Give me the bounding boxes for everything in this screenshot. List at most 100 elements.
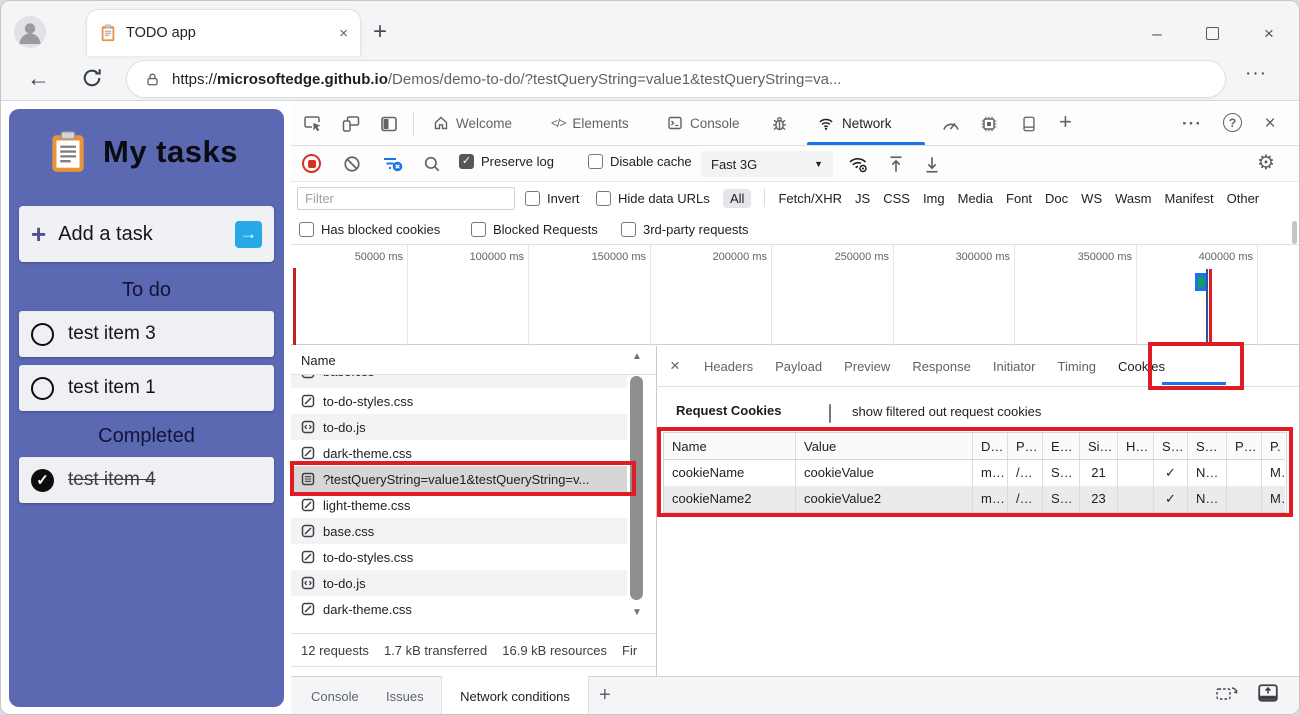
tab-network[interactable]: Network: [813, 101, 896, 145]
profile-avatar[interactable]: [14, 16, 46, 48]
inspect-element-button[interactable]: [301, 112, 325, 136]
devtools-menu-button[interactable]: ···: [1179, 111, 1205, 137]
add-task-field[interactable]: + Add a task →: [19, 206, 274, 262]
tab-preview[interactable]: Preview: [844, 359, 890, 374]
tab-elements[interactable]: </> Elements: [547, 101, 633, 145]
application-button[interactable]: [1017, 112, 1041, 136]
help-button[interactable]: ?: [1223, 113, 1242, 132]
more-tabs-button[interactable]: +: [1059, 109, 1072, 135]
filter-type[interactable]: Manifest: [1164, 191, 1213, 206]
todo-item[interactable]: test item 3: [19, 311, 274, 357]
network-settings-gear-icon[interactable]: ⚙: [1257, 152, 1275, 174]
request-row[interactable]: to-do-styles.css: [291, 388, 627, 414]
checkbox-unchecked-icon[interactable]: [525, 191, 540, 206]
tab-initiator[interactable]: Initiator: [993, 359, 1036, 374]
new-tab-button[interactable]: +: [373, 17, 387, 47]
scrollbar-thumb[interactable]: [1292, 221, 1297, 244]
task-checkbox-checked[interactable]: ✓: [31, 468, 54, 492]
filter-type[interactable]: Media: [958, 191, 993, 206]
tab-headers[interactable]: Headers: [704, 359, 753, 374]
filter-type[interactable]: Wasm: [1115, 191, 1151, 206]
third-party-requests-checkbox[interactable]: 3rd-party requests: [621, 222, 749, 237]
scroll-down-icon[interactable]: ▼: [631, 607, 643, 618]
filter-toggle-button[interactable]: [381, 153, 403, 175]
add-task-submit-button[interactable]: →: [235, 220, 262, 248]
performance-button[interactable]: [939, 112, 963, 136]
back-button[interactable]: ←: [27, 63, 50, 93]
tab-console-label: Console: [690, 115, 740, 131]
browser-menu-button[interactable]: ···: [1245, 63, 1267, 85]
tab-close-button[interactable]: ×: [339, 25, 348, 42]
window-minimize-button[interactable]: –: [1143, 21, 1171, 47]
request-row[interactable]: to-do.js: [291, 570, 627, 596]
checkbox-unchecked-icon[interactable]: [829, 404, 831, 423]
close-detail-icon[interactable]: ×: [670, 356, 680, 376]
throttling-select[interactable]: Fast 3G ▼: [701, 151, 833, 177]
tab-response[interactable]: Response: [912, 359, 971, 374]
network-conditions-button[interactable]: [847, 153, 869, 175]
window-maximize-button[interactable]: [1206, 27, 1219, 40]
expand-quick-view-button[interactable]: [1257, 683, 1279, 703]
task-checkbox[interactable]: [31, 376, 54, 400]
devtools-close-button[interactable]: ×: [1257, 111, 1283, 137]
has-blocked-cookies-checkbox[interactable]: Has blocked cookies: [299, 222, 440, 237]
checkbox-unchecked-icon[interactable]: [621, 222, 636, 237]
blocked-requests-checkbox[interactable]: Blocked Requests: [471, 222, 598, 237]
resources-size: 16.9 kB resources: [502, 642, 608, 658]
checkbox-unchecked-icon[interactable]: [588, 154, 603, 169]
filter-type-all[interactable]: All: [723, 188, 752, 208]
memory-button[interactable]: [977, 112, 1001, 136]
task-checkbox[interactable]: [31, 322, 54, 346]
refresh-button[interactable]: [81, 67, 103, 89]
checkbox-unchecked-icon[interactable]: [596, 191, 611, 206]
request-row[interactable]: to-do-styles.css: [291, 544, 627, 570]
screencast-rotate-button[interactable]: [1215, 683, 1239, 703]
import-har-button[interactable]: [885, 153, 907, 175]
filter-type[interactable]: WS: [1081, 191, 1102, 206]
request-row[interactable]: base.css: [291, 518, 627, 544]
hide-data-urls-checkbox[interactable]: Hide data URLs: [596, 191, 710, 206]
request-list-name-header[interactable]: Name: [291, 346, 656, 375]
window-close-button[interactable]: ×: [1255, 21, 1283, 47]
timeline-tick: 50000 ms: [354, 251, 403, 263]
invert-checkbox[interactable]: Invert: [525, 191, 580, 206]
tab-timing[interactable]: Timing: [1058, 359, 1097, 374]
disable-cache-checkbox[interactable]: Disable cache: [588, 154, 692, 169]
filter-type[interactable]: Fetch/XHR: [778, 191, 842, 206]
filter-type[interactable]: Img: [923, 191, 945, 206]
filter-type[interactable]: Other: [1227, 191, 1260, 206]
filter-type[interactable]: Font: [1006, 191, 1032, 206]
tab-payload[interactable]: Payload: [775, 359, 822, 374]
scroll-up-icon[interactable]: ▲: [631, 351, 643, 362]
focus-mode-button[interactable]: [377, 112, 401, 136]
completed-item[interactable]: ✓ test item 4: [19, 457, 274, 503]
drawer-tab-network-conditions[interactable]: Network conditions: [441, 676, 589, 714]
network-search-button[interactable]: [421, 153, 443, 175]
todo-item[interactable]: test item 1: [19, 365, 274, 411]
tab-console[interactable]: Console: [663, 101, 744, 145]
address-bar[interactable]: https://microsoftedge.github.io/Demos/de…: [126, 60, 1226, 98]
drawer-tab-label: Network conditions: [460, 688, 570, 704]
request-row[interactable]: to-do.js: [291, 414, 627, 440]
drawer-add-tab-button[interactable]: +: [599, 684, 611, 707]
checkbox-checked-icon[interactable]: ✓: [459, 154, 474, 169]
tab-welcome[interactable]: Welcome: [429, 101, 516, 145]
network-filter-input[interactable]: [297, 187, 515, 210]
preserve-log-checkbox[interactable]: ✓ Preserve log: [459, 154, 554, 169]
filter-type[interactable]: CSS: [883, 191, 910, 206]
filter-type[interactable]: Doc: [1045, 191, 1068, 206]
checkbox-unchecked-icon[interactable]: [299, 222, 314, 237]
checkbox-unchecked-icon[interactable]: [471, 222, 486, 237]
clear-network-log-button[interactable]: [341, 153, 363, 175]
browser-tab[interactable]: TODO app ×: [86, 9, 361, 56]
show-filtered-cookies-checkbox[interactable]: [829, 404, 831, 423]
drawer-tab-console[interactable]: Console: [301, 676, 369, 714]
debugger-button[interactable]: [767, 111, 791, 135]
request-row[interactable]: dark-theme.css: [291, 596, 627, 622]
device-emulation-button[interactable]: [339, 112, 363, 136]
export-har-button[interactable]: [921, 153, 943, 175]
request-row[interactable]: base.css: [291, 375, 627, 388]
filter-type[interactable]: JS: [855, 191, 870, 206]
drawer-tab-issues[interactable]: Issues: [376, 676, 434, 714]
record-network-log-button[interactable]: [302, 154, 321, 173]
